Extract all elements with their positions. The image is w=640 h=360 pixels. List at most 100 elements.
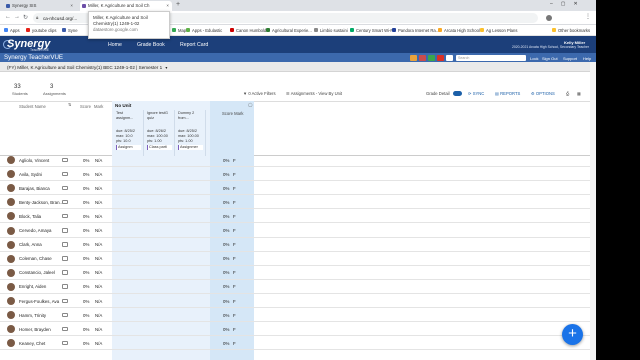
student-name[interactable]: Constancio, Jaleel [19,270,55,275]
table-row[interactable] [0,252,596,266]
table-row[interactable] [0,336,596,351]
class-selector[interactable]: (FY) Miller, K Agriculture and Soil Chem… [7,65,167,70]
student-name[interactable]: Block, Talia [19,214,41,219]
table-row[interactable] [0,238,596,252]
tab-synergy[interactable]: Synergy SIS × [4,1,76,11]
student-name[interactable]: Avila, Sydni [19,172,42,177]
new-tab-button[interactable]: + [176,1,180,8]
tab-miller[interactable]: Miller, K Agriculture and Soil Ch × [80,1,172,11]
bookmark-arcata[interactable]: Arcata High School [438,28,480,33]
sis-icon[interactable] [428,54,435,61]
score-mark-header[interactable]: Score Mark [210,111,254,116]
comment-icon[interactable] [62,242,68,247]
comment-icon[interactable] [62,157,68,162]
collapse-icon[interactable]: ◯ [248,102,252,107]
table-row[interactable] [0,209,596,224]
assignment-column[interactable]: Dummy 2 from... due: 8/25/2 max: 100.00 … [176,110,206,156]
print-icon[interactable]: ⎙ [566,91,569,96]
export-icon[interactable]: ▦ [577,91,581,96]
bookmark-other[interactable]: Other bookmarks [552,28,590,33]
grade-detail-toggle[interactable] [453,91,462,96]
window-controls[interactable]: –▢✕ [550,1,586,7]
mail-icon[interactable] [419,54,426,61]
comment-icon[interactable] [62,199,68,205]
bookmark-limbio[interactable]: Limbio sustaini [314,28,348,33]
student-name[interactable]: Keaney, Chet [19,341,45,346]
bookmark-map[interactable]: Map [172,28,186,33]
student-name-header[interactable]: Student Name [19,104,46,109]
scrollbar[interactable] [590,62,596,360]
sync-button[interactable]: ⟳ SYNC [468,91,484,96]
mark-value: N/A [95,199,103,205]
mark-header[interactable]: Mark [94,104,103,109]
search-input[interactable]: Search [456,54,526,61]
bookmark-ag-lesson[interactable]: Ag Lesson Plans [480,28,517,33]
bookmark-synergy[interactable]: Syne [62,28,78,33]
home-icon[interactable] [410,54,417,61]
close-tab-icon[interactable]: × [166,3,169,8]
bookmark-youtube[interactable]: youtube clips [26,28,56,33]
comment-icon[interactable] [62,185,68,191]
bookmark-century[interactable]: Century Smart Wi-Fi [350,28,394,33]
table-row[interactable] [0,266,596,280]
lock-link[interactable]: Lock [530,56,538,61]
comment-icon[interactable] [62,256,68,261]
student-name[interactable]: Cervedo, Amaya [19,228,51,233]
reports-button[interactable]: ▤ REPORTS [495,91,520,96]
view-selector[interactable]: ☰ Assignments - View By Unit [286,91,342,96]
comment-icon[interactable] [62,284,68,289]
student-name[interactable]: Fergus-Foulkes, Ava [19,299,59,304]
add-button[interactable]: + [562,324,583,345]
bookmark-pandora[interactable]: Pandora Internet Ra... [392,28,439,33]
comment-icon[interactable] [62,340,68,346]
comment-icon[interactable] [62,312,68,318]
google-icon[interactable] [437,54,444,61]
bookmark-canon[interactable]: Canon Humboldt [230,28,267,33]
comment-icon[interactable] [62,270,68,275]
reload-icon[interactable]: ↻ [23,14,28,21]
apps-icon[interactable] [446,54,453,61]
student-name[interactable]: Hamm, Trinity [19,313,46,318]
profile-avatar[interactable] [546,14,552,21]
table-row[interactable] [0,153,596,167]
comment-icon[interactable] [62,298,68,303]
assignment-column[interactable]: Ignore testG quiz due: 8/26/2 max: 100.0… [145,110,175,156]
menu-report-card[interactable]: Report Card [180,42,208,48]
student-name[interactable]: Benty-Jackson, Bran... [19,200,63,205]
forward-icon[interactable]: → [14,14,20,20]
table-row[interactable] [0,308,596,323]
support-link[interactable]: Support [563,56,577,61]
sort-icon[interactable]: ⇅ [68,102,71,107]
table-row[interactable] [0,195,596,210]
options-button[interactable]: ⚙ OPTIONS [531,91,555,96]
bookmark-agricultural[interactable]: Agricultural Experie... [266,28,312,33]
bookmark-apps[interactable]: Apps [4,28,20,33]
table-row[interactable] [0,280,596,294]
bookmark-edulastic[interactable]: Apps - Edulastic [186,28,222,33]
table-row[interactable] [0,181,596,196]
back-icon[interactable]: ← [5,14,11,20]
browser-menu-icon[interactable]: ⋮ [585,13,591,20]
student-name[interactable]: Homer, Brayden [19,327,51,332]
help-link[interactable]: Help [583,56,591,61]
table-row[interactable] [0,294,596,308]
sign-out-link[interactable]: Sign Out [542,56,558,61]
student-name[interactable]: Enright, Aiden [19,284,46,289]
student-name[interactable]: Clark, Anna [19,242,42,247]
comment-icon[interactable] [62,213,68,219]
comment-icon[interactable] [62,171,68,177]
menu-grade-book[interactable]: Grade Book [137,42,165,48]
close-tab-icon[interactable]: × [70,3,73,8]
menu-home[interactable]: Home [108,42,122,48]
student-name[interactable]: Agliolo, Vincent [19,158,49,163]
student-name[interactable]: Coleman, Chase [19,256,52,261]
comment-icon[interactable] [62,228,68,233]
comment-icon[interactable] [62,326,68,332]
assignment-column[interactable]: Test assignm... due: 8/25/2 max: 10.0 pt… [114,110,144,156]
table-row[interactable] [0,322,596,337]
filters-button[interactable]: ▼ 0 Active Filters [243,91,276,96]
table-row[interactable] [0,167,596,182]
table-row[interactable] [0,224,596,238]
student-name[interactable]: Barajas, Bianca [19,186,50,191]
score-header[interactable]: Score [80,104,91,109]
